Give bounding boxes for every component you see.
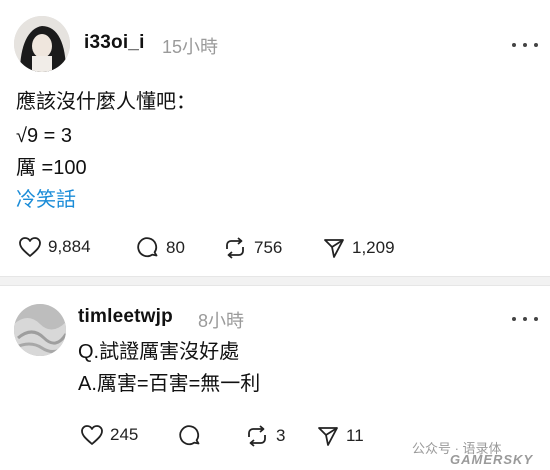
topic-tag[interactable]: 冷笑話 (16, 184, 76, 216)
post-text-line: Q.試證厲害沒好處 (78, 341, 240, 363)
comment-count: 80 (166, 238, 185, 257)
like-count: 245 (110, 425, 139, 444)
like-button[interactable]: 245 (80, 424, 138, 446)
post-1: i33oi_i 15小時 應該沒什麼人懂吧： √9 = 3 厲 =100 冷笑話… (0, 0, 550, 288)
like-button[interactable]: 9,884 (18, 236, 91, 258)
share-icon (318, 427, 338, 446)
post-text-line: 厲 =100 (16, 157, 87, 179)
more-icon[interactable] (512, 314, 538, 324)
post-time: 8小時 (198, 311, 245, 331)
repost-button[interactable]: 3 (244, 424, 285, 448)
avatar[interactable] (14, 16, 70, 72)
repost-icon (248, 425, 266, 447)
more-icon[interactable] (512, 40, 538, 50)
share-icon (324, 239, 344, 258)
share-count: 1,209 (352, 238, 395, 257)
username[interactable]: i33oi_i (84, 32, 145, 54)
comment-icon (137, 237, 158, 258)
repost-button[interactable]: 756 (222, 236, 282, 260)
post-time: 15小時 (162, 37, 219, 57)
post-divider (0, 276, 550, 286)
repost-count: 3 (276, 426, 286, 445)
avatar-image (14, 16, 70, 72)
username[interactable]: timleetwjp (78, 306, 173, 328)
share-button[interactable]: 1,209 (322, 236, 395, 260)
heart-icon (19, 237, 41, 257)
watermark-brand: GAMERSKY (450, 452, 534, 467)
avatar-image (14, 304, 66, 356)
comment-icon (179, 425, 200, 446)
comment-button[interactable]: 80 (136, 236, 185, 260)
comment-button[interactable] (178, 424, 208, 448)
share-button[interactable]: 11 (316, 424, 364, 448)
repost-count: 756 (254, 238, 283, 257)
post-text-line: √9 = 3 (16, 125, 73, 147)
share-count: 11 (346, 426, 364, 445)
avatar[interactable] (14, 304, 66, 356)
repost-icon (226, 237, 244, 259)
post-text-line: 應該沒什麼人懂吧： (16, 91, 196, 113)
like-count: 9,884 (48, 237, 91, 256)
post-text-line: A.厲害=百害=無一利 (78, 373, 261, 395)
heart-icon (81, 425, 103, 445)
